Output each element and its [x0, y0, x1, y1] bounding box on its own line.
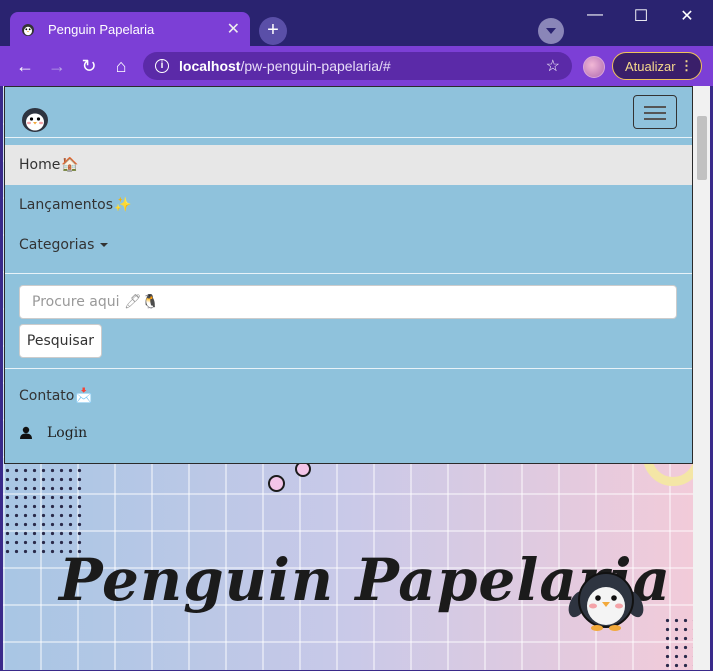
nav-item-login[interactable]: Login	[19, 425, 87, 441]
profile-avatar[interactable]	[583, 56, 605, 78]
page-viewport: Penguin Papelaria Home 🏠 Lançamentos ✨ C…	[3, 86, 710, 670]
sparkles-icon: ✨	[114, 197, 132, 213]
divider	[5, 273, 692, 274]
home-button[interactable]: ⌂	[109, 54, 133, 78]
navbar-collapsed-menu: Home🏠 Lançamentos✨ Categorias Pesquisar …	[4, 86, 693, 464]
envelope-icon: 📩	[75, 388, 93, 404]
forward-button[interactable]: →	[45, 54, 69, 78]
dot-pattern-decoration	[3, 466, 83, 556]
chevron-down-icon	[546, 28, 556, 34]
nav-item-label: Categorias	[19, 237, 95, 253]
penguin-mascot-icon	[568, 572, 644, 631]
penguin-favicon-icon	[20, 21, 36, 37]
minimize-button[interactable]: —	[572, 6, 618, 24]
nav-item-home[interactable]: Home 🏠	[5, 145, 692, 185]
nav-item-label: Contato	[19, 388, 75, 404]
update-button[interactable]: Atualizar ⋮	[612, 52, 702, 80]
tab-close-icon[interactable]: ✕	[227, 19, 240, 39]
search-button[interactable]: Pesquisar	[19, 324, 102, 358]
new-tab-button[interactable]: +	[259, 17, 287, 45]
url-path: /pw-penguin-papelaria/#	[240, 58, 391, 74]
login-label: Login	[47, 425, 88, 441]
menu-dots-icon[interactable]: ⋮	[680, 58, 693, 74]
nav-item-contato[interactable]: Contato 📩	[5, 376, 692, 416]
tab-title: Penguin Papelaria	[48, 21, 155, 37]
page-scrollbar[interactable]	[693, 86, 710, 670]
browser-window: Penguin Papelaria ✕ + — ☐ ✕ ← → ↻ ⌂ i lo…	[0, 0, 713, 671]
browser-toolbar: ← → ↻ ⌂ i localhost /pw-penguin-papelari…	[0, 46, 713, 86]
bookmark-star-icon[interactable]: ☆	[546, 56, 560, 76]
dot-pattern-decoration	[663, 616, 693, 670]
info-icon[interactable]: i	[155, 59, 169, 73]
search-input[interactable]	[19, 285, 677, 319]
scrollbar-thumb[interactable]	[697, 116, 707, 180]
penguin-logo-icon[interactable]	[19, 103, 51, 135]
divider	[5, 137, 692, 138]
nav-item-label: Home	[19, 157, 61, 173]
browser-tab[interactable]: Penguin Papelaria ✕	[10, 12, 250, 46]
hamburger-line	[644, 118, 666, 120]
user-icon	[20, 426, 32, 439]
nav-item-lancamentos[interactable]: Lançamentos ✨	[5, 185, 692, 225]
hamburger-line	[644, 106, 666, 108]
update-label: Atualizar	[625, 58, 676, 74]
house-icon: 🏠	[61, 157, 79, 173]
navbar-toggle-button[interactable]	[633, 95, 677, 129]
back-button[interactable]: ←	[13, 54, 37, 78]
divider	[5, 368, 692, 369]
nav-item-label: Lançamentos	[19, 197, 114, 213]
close-window-button[interactable]: ✕	[664, 6, 710, 26]
caret-down-icon	[100, 243, 109, 247]
reload-button[interactable]: ↻	[77, 54, 101, 78]
address-bar[interactable]: i localhost /pw-penguin-papelaria/# ☆	[143, 52, 572, 80]
nav-item-categorias[interactable]: Categorias	[5, 225, 692, 265]
tab-search-button[interactable]	[538, 18, 564, 44]
url-host: localhost	[179, 58, 241, 74]
maximize-button[interactable]: ☐	[618, 6, 664, 26]
title-bar: Penguin Papelaria ✕ + — ☐ ✕	[0, 0, 713, 46]
bubble-decoration	[268, 475, 285, 492]
hamburger-line	[644, 112, 666, 114]
